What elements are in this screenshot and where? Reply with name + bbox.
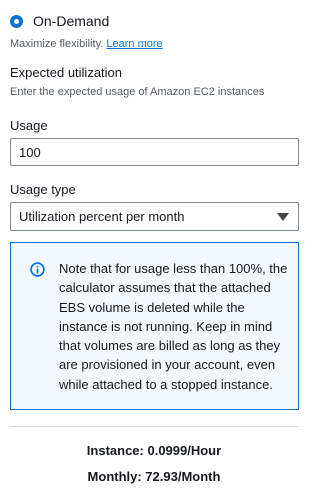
info-alert: Note that for usage less than 100%, the … — [10, 242, 299, 410]
on-demand-radio-option[interactable]: On-Demand — [10, 13, 109, 29]
usage-input[interactable] — [10, 138, 299, 166]
instance-cost: Instance: 0.0999/Hour — [86, 443, 222, 458]
usage-type-select[interactable]: Utilization percent per month — [10, 202, 299, 231]
usage-label: Usage — [10, 118, 48, 133]
on-demand-radio[interactable] — [10, 14, 23, 28]
on-demand-description-text: Maximize flexibility. — [10, 38, 104, 50]
info-alert-text: Note that for usage less than 100%, the … — [59, 261, 288, 392]
monthly-cost: Monthly: 72.93/Month — [87, 469, 221, 484]
usage-type-label: Usage type — [10, 182, 76, 197]
expected-utilization-title: Expected utilization — [10, 65, 123, 80]
learn-more-link[interactable]: Learn more — [106, 38, 162, 50]
on-demand-label: On-Demand — [33, 13, 110, 29]
divider — [10, 426, 299, 427]
info-icon — [30, 262, 45, 277]
caret-down-icon — [277, 213, 289, 221]
on-demand-description: Maximize flexibility. Learn more — [10, 38, 163, 50]
expected-utilization-description: Enter the expected usage of Amazon EC2 i… — [10, 86, 265, 98]
usage-type-selected-value: Utilization percent per month — [19, 209, 185, 224]
